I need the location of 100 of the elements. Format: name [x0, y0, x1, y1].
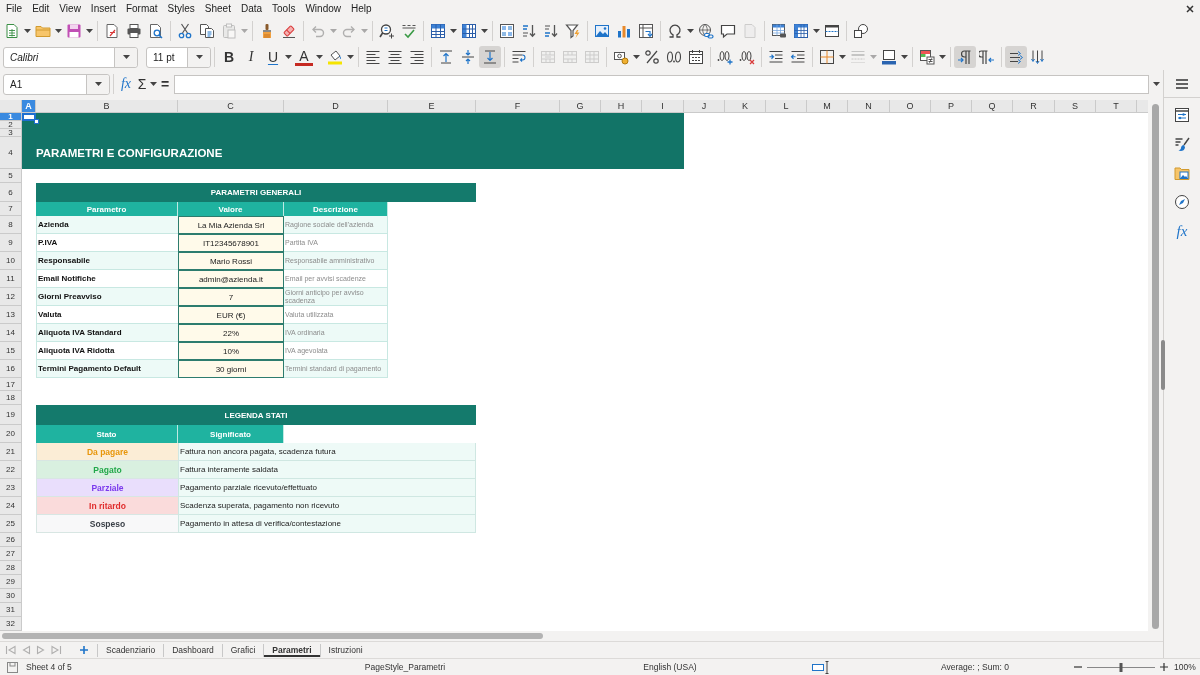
function-wizard-button[interactable]: fx [117, 76, 135, 92]
page-style-label[interactable]: PageStyle_Parametri [364, 662, 446, 672]
row-header[interactable]: 24 [0, 497, 22, 515]
paint-bucket-icon[interactable] [327, 49, 343, 65]
underline-button[interactable]: U [264, 48, 282, 66]
column-header[interactable]: N [848, 100, 890, 113]
row-header[interactable]: 19 [0, 405, 22, 425]
row-header[interactable]: 11 [0, 270, 22, 288]
bar-chart-icon[interactable] [616, 23, 632, 39]
column-header[interactable]: I [642, 100, 684, 113]
percent-icon[interactable] [644, 49, 660, 65]
row-header[interactable]: 29 [0, 575, 22, 589]
page-magnifier-icon[interactable] [148, 23, 164, 39]
menu-item[interactable]: Sheet [199, 2, 236, 16]
caret-icon[interactable] [450, 29, 457, 33]
row-header[interactable]: 12 [0, 288, 22, 306]
text-direction-horizontal-icon[interactable] [1005, 46, 1027, 68]
scrollbar-thumb[interactable] [1152, 104, 1159, 629]
row-header[interactable]: 16 [0, 360, 22, 378]
align-top-icon[interactable] [438, 49, 454, 65]
collapse-handle[interactable] [1161, 340, 1165, 390]
wrap-text-icon[interactable] [511, 49, 527, 65]
column-header[interactable]: S [1055, 100, 1096, 113]
menu-item[interactable]: Edit [27, 2, 55, 16]
caret-icon[interactable] [813, 29, 820, 33]
paragraph-ltr-icon[interactable] [954, 46, 976, 68]
row-header[interactable]: 31 [0, 603, 22, 617]
caret-icon[interactable] [55, 29, 62, 33]
align-left-icon[interactable] [365, 49, 381, 65]
sheet-tab[interactable]: Istruzioni [319, 643, 371, 657]
sort-descending-icon[interactable] [543, 23, 559, 39]
menu-item[interactable]: Window [300, 2, 346, 16]
bold-button[interactable]: B [220, 48, 238, 66]
column-header[interactable]: R [1013, 100, 1055, 113]
gallery-icon[interactable] [1174, 165, 1190, 181]
row-header[interactable]: 20 [0, 425, 22, 443]
row-header[interactable]: 26 [0, 533, 22, 547]
column-header[interactable]: E [388, 100, 476, 113]
column-header[interactable]: T [1096, 100, 1137, 113]
sort-icon[interactable] [499, 23, 515, 39]
menu-item[interactable]: Format [120, 2, 163, 16]
dropdown-button[interactable] [187, 47, 210, 67]
zoom-in-icon[interactable] [1160, 663, 1168, 671]
align-middle-icon[interactable] [460, 49, 476, 65]
table-rows-icon[interactable] [430, 23, 446, 39]
row-header[interactable]: 30 [0, 589, 22, 603]
calendar-icon[interactable] [688, 49, 704, 65]
conditional-format-icon[interactable] [919, 49, 935, 65]
column-header[interactable]: B [36, 100, 178, 113]
compass-icon[interactable] [1174, 194, 1190, 210]
caret-icon[interactable] [86, 29, 93, 33]
caret-icon[interactable] [24, 29, 31, 33]
row-header[interactable]: 10 [0, 252, 22, 270]
functions-button[interactable]: fx [1176, 223, 1188, 239]
spellcheck-icon[interactable] [401, 23, 417, 39]
row-header[interactable]: 23 [0, 479, 22, 497]
row-header[interactable]: 25 [0, 515, 22, 533]
row-header[interactable]: 8 [0, 216, 22, 234]
align-right-icon[interactable] [409, 49, 425, 65]
row-header[interactable]: 18 [0, 391, 22, 405]
column-header[interactable]: K [725, 100, 766, 113]
caret-icon[interactable] [1152, 82, 1160, 86]
row-header[interactable]: 6 [0, 183, 22, 202]
styles-icon[interactable] [1174, 136, 1190, 152]
paragraph-rtl-icon[interactable] [979, 49, 995, 65]
sheet-tab[interactable]: Grafici [221, 643, 264, 657]
font-color-button[interactable]: A [295, 48, 313, 66]
remove-decimal-icon[interactable] [739, 49, 755, 65]
caret-icon[interactable] [839, 55, 846, 59]
font-name-box[interactable]: Calibri [3, 46, 138, 68]
omega-icon[interactable] [667, 23, 683, 39]
caret-icon[interactable] [633, 55, 640, 59]
shapes-icon[interactable] [853, 23, 869, 39]
column-header[interactable]: H [601, 100, 642, 113]
italic-button[interactable]: I [242, 48, 260, 66]
find-replace-icon[interactable] [379, 23, 395, 39]
filter-icon[interactable] [565, 23, 581, 39]
caret-icon[interactable] [347, 55, 354, 59]
caret-icon[interactable] [901, 55, 908, 59]
font-size-box[interactable]: 11 pt [146, 46, 211, 68]
sheet-tab[interactable]: Dashboard [163, 643, 222, 657]
save-status-icon[interactable] [7, 661, 18, 673]
row-header[interactable]: 22 [0, 461, 22, 479]
scrollbar-thumb[interactable] [2, 633, 543, 639]
add-decimal-icon[interactable] [717, 49, 733, 65]
add-sheet-icon[interactable] [79, 645, 89, 655]
row-header[interactable]: 28 [0, 561, 22, 575]
language-label[interactable]: English (USA) [643, 662, 697, 672]
menu-item[interactable]: Styles [162, 2, 200, 16]
print-area-icon[interactable] [771, 23, 787, 39]
row-header[interactable]: 4 [0, 137, 22, 169]
menu-item[interactable]: Insert [85, 2, 121, 16]
formula-button[interactable]: = [158, 76, 172, 92]
decrease-indent-icon[interactable] [790, 49, 806, 65]
selection-mode-icon[interactable] [811, 660, 829, 674]
money-format-icon[interactable] [613, 49, 629, 65]
row-header[interactable]: 9 [0, 234, 22, 252]
row-header[interactable]: 32 [0, 617, 22, 631]
zoom-slider-thumb[interactable] [1119, 662, 1123, 672]
column-header[interactable]: Q [972, 100, 1013, 113]
